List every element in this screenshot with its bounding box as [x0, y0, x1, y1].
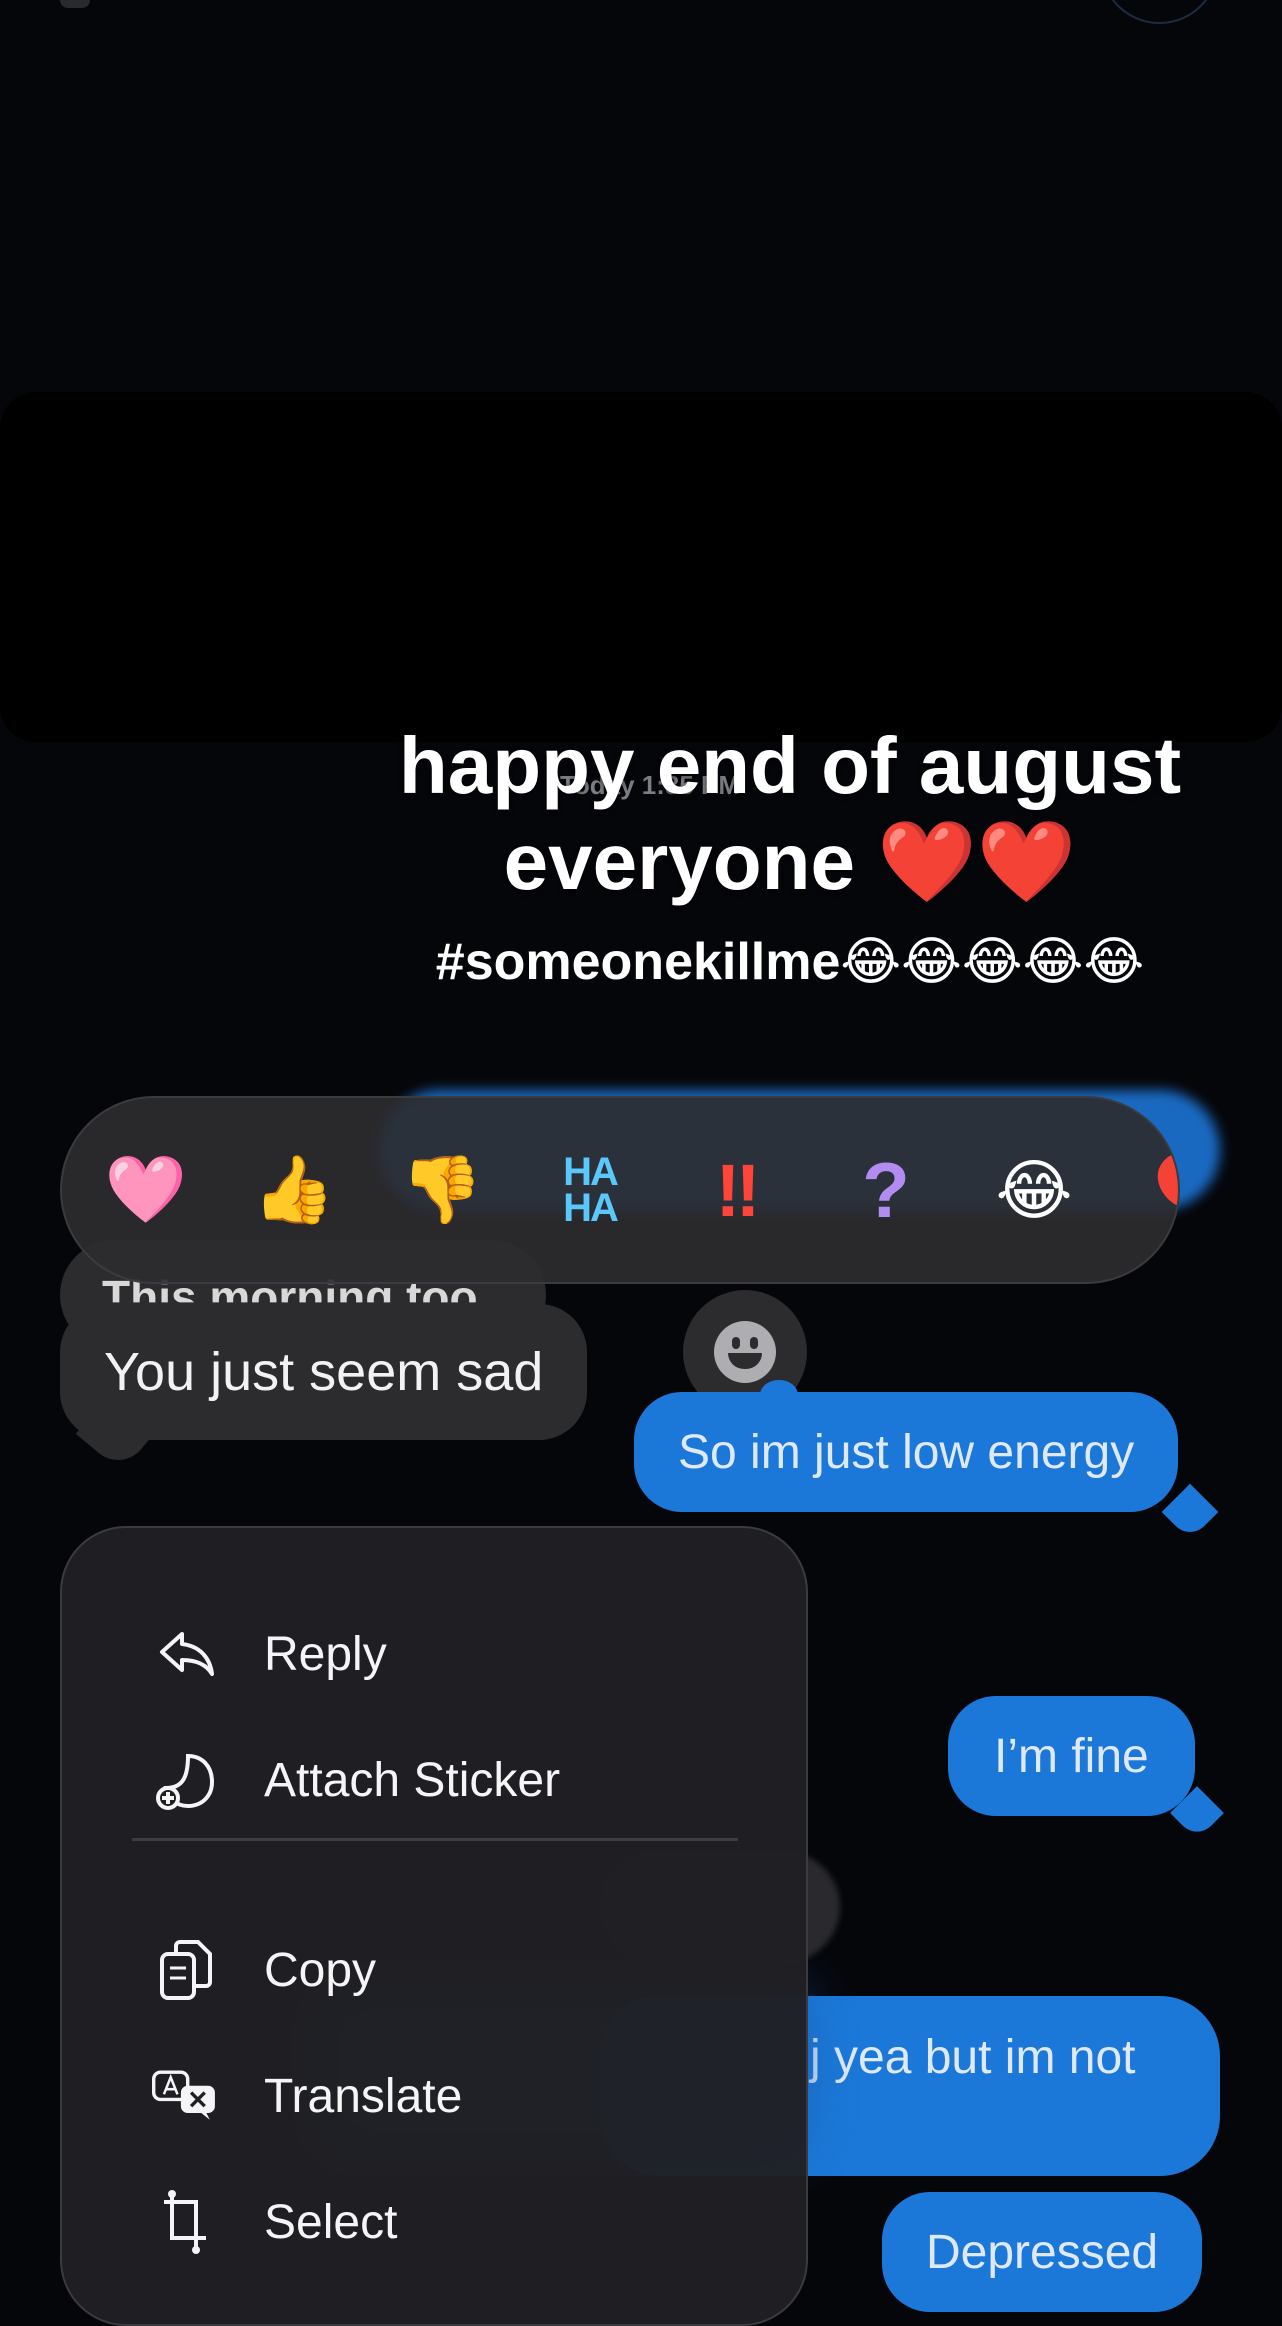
menu-item-label: Copy — [264, 1943, 377, 1997]
translate-icon — [152, 2062, 220, 2130]
sticker-icon — [152, 1746, 220, 1814]
copy-icon — [152, 1936, 220, 2004]
tapback-reaction-bar: 🩷 👍 👎 HA HA ‼ ? 😂 🎈 — [60, 1096, 1180, 1284]
sent-message-bubble[interactable]: So im just low energy — [634, 1392, 1179, 1512]
reaction-thumbs-down[interactable]: 👎 — [398, 1151, 486, 1229]
reaction-question[interactable]: ? — [842, 1145, 930, 1236]
reaction-emphasize[interactable]: ‼ — [694, 1148, 782, 1233]
menu-item-attach-sticker[interactable]: Attach Sticker — [152, 1746, 560, 1814]
reaction-laugh-emoji[interactable]: 😂 — [990, 1152, 1078, 1229]
menu-item-label: Attach Sticker — [264, 1753, 561, 1807]
smiley-icon — [714, 1321, 776, 1383]
top-edge-fragment — [60, 0, 90, 8]
menu-item-label: Translate — [264, 2069, 463, 2123]
menu-item-select[interactable]: Select — [152, 2188, 397, 2256]
overlay-hashtag: #someonekillme😂😂😂😂😂 — [435, 933, 1145, 991]
reaction-heart[interactable]: 🩷 — [102, 1151, 190, 1229]
crop-select-icon — [152, 2188, 220, 2256]
menu-item-translate[interactable]: Translate — [152, 2062, 462, 2130]
bubble-tail — [1161, 1483, 1219, 1541]
overlay-caption: happy end of august everyone ❤️❤️ — [360, 718, 1220, 910]
sent-message-bubble[interactable]: Depressed — [882, 2192, 1203, 2312]
redaction-box — [0, 392, 1282, 742]
menu-item-reply[interactable]: Reply — [152, 1620, 387, 1688]
reaction-haha[interactable]: HA HA — [546, 1152, 634, 1228]
menu-item-label: Select — [264, 2195, 398, 2249]
message-context-menu: Reply Attach Sticker Copy Translate Sele… — [60, 1526, 808, 2326]
menu-divider — [132, 1838, 738, 1841]
reaction-balloon-emoji[interactable]: 🎈 — [1138, 1151, 1178, 1229]
caption-line-1: happy end of august — [398, 721, 1182, 810]
received-message-bubble[interactable]: You just seem sad — [60, 1304, 588, 1440]
reaction-thumbs-up[interactable]: 👍 — [250, 1151, 338, 1229]
menu-item-copy[interactable]: Copy — [152, 1936, 376, 2004]
sent-message-bubble[interactable]: I’m fine — [948, 1696, 1195, 1816]
reply-arrow-icon — [152, 1620, 220, 1688]
top-avatar-edge — [1100, 0, 1219, 24]
menu-item-label: Reply — [264, 1627, 387, 1681]
caption-line-2: everyone ❤️❤️ — [503, 817, 1077, 906]
